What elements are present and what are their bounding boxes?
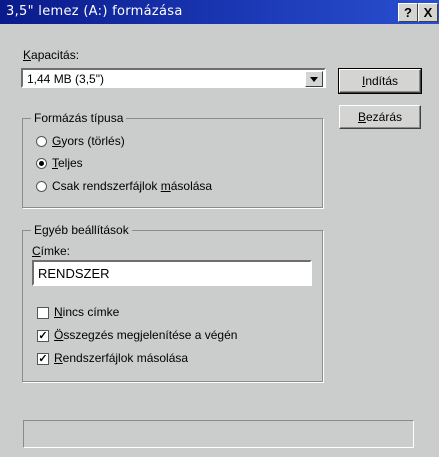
capacity-label: Kapacitás: — [23, 48, 80, 62]
title-bar[interactable]: 3,5" lemez (A:) formázása ? X — [0, 0, 439, 24]
other-settings-title: Egyéb beállítások — [31, 223, 132, 237]
checkbox-no-label[interactable] — [37, 307, 49, 319]
label-input[interactable]: RENDSZER — [32, 260, 312, 286]
label-input-value: RENDSZER — [38, 266, 110, 281]
close-icon[interactable]: X — [418, 3, 438, 22]
radio-sysfiles-only[interactable] — [36, 181, 47, 192]
window-title: 3,5" lemez (A:) formázása — [6, 4, 183, 19]
checkbox-copy-sysfiles[interactable]: ✓ — [37, 353, 49, 365]
close-button[interactable]: Bezárás — [339, 105, 421, 129]
radio-quick-label[interactable]: Gyors (törlés) — [52, 134, 125, 148]
radio-full[interactable] — [36, 158, 47, 169]
format-dialog: 3,5" lemez (A:) formázása ? X Kapacitás:… — [0, 0, 439, 457]
format-type-title: Formázás típusa — [31, 111, 127, 125]
capacity-select[interactable]: 1,44 MB (3,5") — [21, 68, 326, 88]
radio-full-label[interactable]: Teljes — [52, 156, 83, 170]
checkbox-summary-text[interactable]: Összegzés megjelenítése a végén — [54, 328, 237, 342]
capacity-value: 1,44 MB (3,5") — [27, 72, 104, 86]
checkbox-no-label-text[interactable]: Nincs címke — [54, 305, 119, 319]
radio-quick[interactable] — [36, 136, 47, 147]
checkbox-summary[interactable]: ✓ — [37, 330, 49, 342]
label-field-caption: Címke: — [32, 244, 71, 258]
progress-bar — [23, 420, 414, 448]
checkbox-copy-sysfiles-text[interactable]: Rendszerfájlok másolása — [54, 351, 188, 365]
chevron-down-icon[interactable] — [305, 71, 323, 87]
help-button[interactable]: ? — [398, 3, 418, 22]
radio-sysfiles-only-label[interactable]: Csak rendszerfájlok másolása — [52, 179, 212, 193]
start-button[interactable]: Indítás — [338, 68, 422, 94]
